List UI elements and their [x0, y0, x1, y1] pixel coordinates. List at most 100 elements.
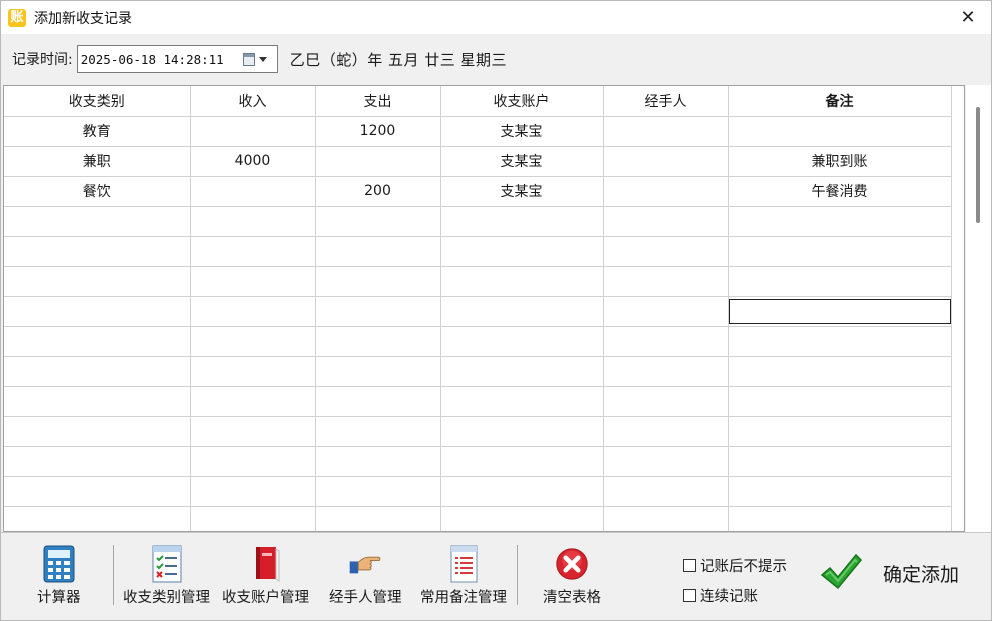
cell-expense[interactable]	[315, 266, 441, 297]
cell-expense[interactable]	[315, 476, 441, 507]
table-row[interactable]	[4, 386, 952, 417]
table-row[interactable]: 教育 1200 支某宝	[4, 116, 952, 147]
cell-account[interactable]	[440, 326, 604, 357]
cell-category[interactable]	[4, 506, 191, 531]
cell-category[interactable]	[4, 386, 191, 417]
table-row[interactable]	[4, 296, 952, 327]
cell-account[interactable]	[440, 296, 604, 327]
cell-income[interactable]	[190, 506, 316, 531]
cell-note[interactable]	[728, 296, 952, 327]
cell-category[interactable]	[4, 266, 191, 297]
continuous-checkbox[interactable]: 连续记账	[683, 583, 787, 607]
column-header-handler[interactable]: 经手人	[603, 86, 729, 117]
cell-handler[interactable]	[603, 356, 729, 387]
cell-handler[interactable]	[603, 266, 729, 297]
cell-income[interactable]	[190, 416, 316, 447]
cell-account[interactable]: 支某宝	[440, 176, 604, 207]
cell-income[interactable]	[190, 206, 316, 237]
cell-income[interactable]	[190, 476, 316, 507]
table-row[interactable]	[4, 446, 952, 477]
cell-note[interactable]: 兼职到账	[728, 146, 952, 177]
calculator-button[interactable]: 计算器	[37, 545, 81, 607]
cell-note[interactable]	[728, 416, 952, 447]
handler-management-button[interactable]: 经手人管理	[329, 545, 402, 607]
cell-note[interactable]	[728, 206, 952, 237]
checkbox-box[interactable]	[683, 588, 696, 602]
cell-expense[interactable]: 1200	[315, 116, 441, 147]
cell-handler[interactable]	[603, 206, 729, 237]
column-header-account[interactable]: 收支账户	[440, 86, 604, 117]
cell-income[interactable]	[190, 446, 316, 477]
account-management-button[interactable]: 收支账户管理	[222, 545, 309, 607]
confirm-add-button[interactable]: 确定添加	[819, 551, 959, 595]
cell-account[interactable]	[440, 446, 604, 477]
table-row[interactable]	[4, 506, 952, 531]
datetime-picker[interactable]	[76, 45, 278, 73]
cell-account[interactable]	[440, 206, 604, 237]
note-cell-editor[interactable]	[728, 298, 951, 324]
cell-handler[interactable]	[603, 176, 729, 207]
cell-category[interactable]: 兼职	[4, 146, 191, 177]
cell-handler[interactable]	[603, 386, 729, 417]
table-row[interactable]	[4, 206, 952, 237]
column-header-income[interactable]: 收入	[190, 86, 316, 117]
cell-income[interactable]	[190, 326, 316, 357]
cell-note[interactable]	[728, 116, 952, 147]
cell-income[interactable]	[190, 116, 316, 147]
cell-note[interactable]: 午餐消费	[728, 176, 952, 207]
column-header-category[interactable]: 收支类别	[4, 86, 191, 117]
table-row[interactable]	[4, 326, 952, 357]
cell-category[interactable]: 餐饮	[4, 176, 191, 207]
note-management-button[interactable]: 常用备注管理	[420, 545, 507, 607]
table-row[interactable]	[4, 356, 952, 387]
cell-note[interactable]	[728, 476, 952, 507]
cell-account[interactable]	[440, 386, 604, 417]
cell-handler[interactable]	[603, 416, 729, 447]
cell-income[interactable]: 4000	[190, 146, 316, 177]
cell-account[interactable]	[440, 356, 604, 387]
cell-note[interactable]	[728, 356, 952, 387]
cell-income[interactable]	[190, 176, 316, 207]
cell-expense[interactable]	[315, 386, 441, 417]
cell-category[interactable]	[4, 416, 191, 447]
cell-income[interactable]	[190, 386, 316, 417]
cell-category[interactable]	[4, 236, 191, 267]
cell-handler[interactable]	[603, 116, 729, 147]
cell-handler[interactable]	[603, 476, 729, 507]
calendar-dropdown-button[interactable]	[242, 50, 273, 68]
column-header-note[interactable]: 备注	[728, 86, 952, 117]
cell-account[interactable]	[440, 506, 604, 531]
cell-expense[interactable]	[315, 326, 441, 357]
cell-note[interactable]	[728, 236, 952, 267]
cell-expense[interactable]	[315, 206, 441, 237]
cell-account[interactable]	[440, 236, 604, 267]
cell-expense[interactable]	[315, 356, 441, 387]
cell-expense[interactable]	[315, 506, 441, 531]
close-button[interactable]: ✕	[945, 1, 991, 34]
cell-account[interactable]	[440, 416, 604, 447]
cell-handler[interactable]	[603, 236, 729, 267]
cell-note[interactable]	[728, 446, 952, 477]
cell-income[interactable]	[190, 296, 316, 327]
table-row[interactable]	[4, 476, 952, 507]
cell-category[interactable]	[4, 206, 191, 237]
checkbox-box[interactable]	[683, 558, 696, 572]
cell-note[interactable]	[728, 506, 952, 531]
cell-account[interactable]: 支某宝	[440, 116, 604, 147]
cell-expense[interactable]	[315, 296, 441, 327]
vertical-scrollbar[interactable]	[966, 85, 991, 532]
column-header-expense[interactable]: 支出	[315, 86, 441, 117]
cell-expense[interactable]	[315, 446, 441, 477]
scrollbar-thumb[interactable]	[976, 107, 980, 223]
cell-category[interactable]	[4, 356, 191, 387]
cell-handler[interactable]	[603, 296, 729, 327]
cell-note[interactable]	[728, 386, 952, 417]
cell-income[interactable]	[190, 236, 316, 267]
category-management-button[interactable]: 收支类别管理	[123, 545, 210, 607]
cell-handler[interactable]	[603, 446, 729, 477]
table-row[interactable]: 餐饮 200 支某宝 午餐消费	[4, 176, 952, 207]
cell-category[interactable]	[4, 326, 191, 357]
cell-category[interactable]: 教育	[4, 116, 191, 147]
cell-income[interactable]	[190, 356, 316, 387]
cell-income[interactable]	[190, 266, 316, 297]
